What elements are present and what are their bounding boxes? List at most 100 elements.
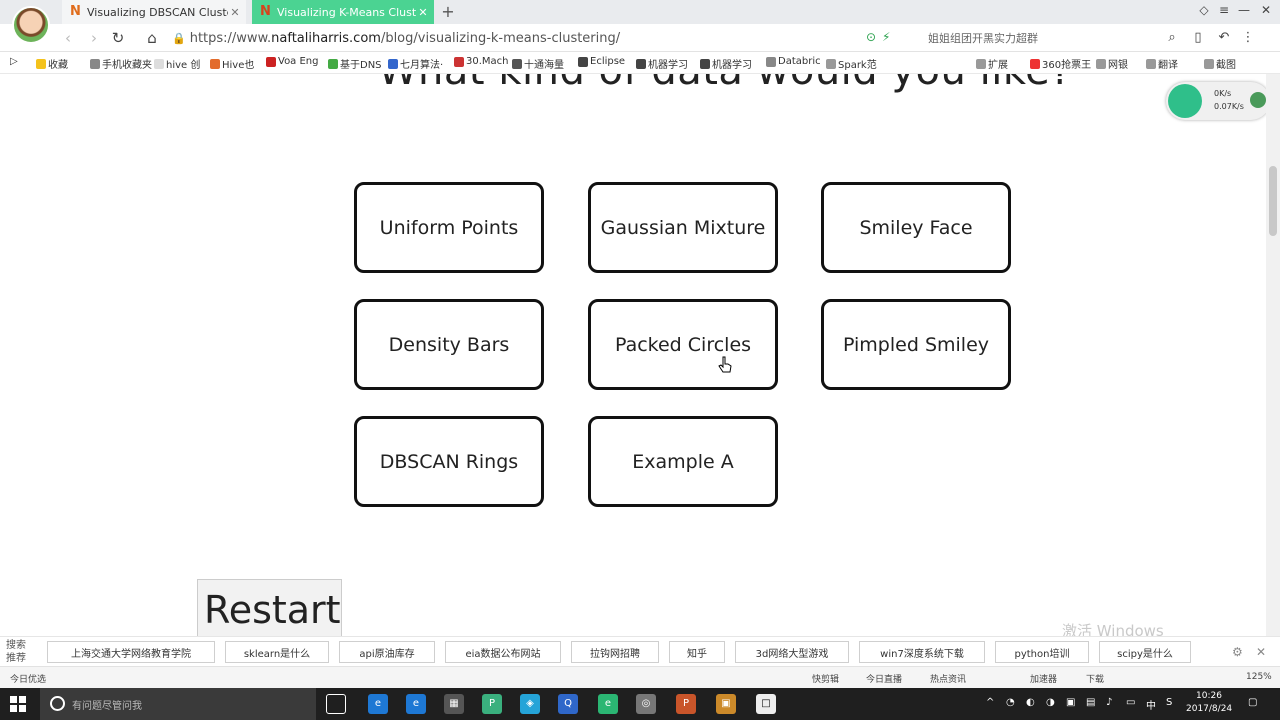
search-chip[interactable]: win7深度系统下载 [859, 641, 985, 663]
choice-example-a[interactable]: Example A [588, 416, 778, 507]
new-tab-plus-icon[interactable]: + [440, 2, 456, 21]
tab-kmeans-active[interactable]: N Visualizing K-Means Clusteri ✕ [252, 0, 434, 24]
bookmark-item[interactable]: 十通海量 [512, 56, 564, 71]
hot-search-text[interactable]: 姐姐组团开黑实力超群 [928, 30, 1038, 46]
app-icon[interactable]: ◈ [520, 694, 540, 714]
choice-uniform-points[interactable]: Uniform Points [354, 182, 544, 273]
app-icon[interactable]: □ [756, 694, 776, 714]
app-icon[interactable]: ▣ [716, 694, 736, 714]
tray-up-icon[interactable]: ^ [986, 697, 994, 708]
close-icon[interactable]: ✕ [228, 6, 242, 19]
tray-icon[interactable]: ▣ [1066, 697, 1075, 708]
keyboard-icon[interactable]: ▭ [1126, 697, 1135, 708]
bookmark-item[interactable]: Eclipse [578, 56, 625, 67]
notification-icon[interactable]: ▢ [1248, 697, 1257, 708]
settings-icon[interactable]: ⚙ [1232, 645, 1243, 659]
network-icon[interactable]: ▤ [1086, 697, 1095, 708]
search-chip[interactable]: 知乎 [669, 641, 725, 663]
tab-dbscan[interactable]: N Visualizing DBSCAN Clustering ✕ [62, 0, 246, 24]
search-chip[interactable]: eia数据公布网站 [445, 641, 561, 663]
home-icon[interactable]: ⌂ [142, 28, 162, 48]
edge-icon[interactable]: e [368, 694, 388, 714]
bookmark-item[interactable]: 机器学习 [636, 56, 688, 71]
app-icon[interactable]: ◎ [636, 694, 656, 714]
bookmark-item[interactable]: 机器学习 [700, 56, 752, 71]
shield-icon[interactable]: ⊙ [866, 30, 876, 44]
bookmark-item[interactable]: Databric [766, 56, 821, 67]
tray-icon[interactable]: ◔ [1006, 697, 1015, 708]
status-item[interactable]: 加速器 [1030, 672, 1057, 685]
restart-button[interactable]: Restart [197, 579, 342, 636]
search-chip[interactable]: 拉钩网招聘 [571, 641, 659, 663]
bookmark-item[interactable]: hive 创 [154, 56, 200, 71]
user-avatar[interactable] [12, 6, 50, 44]
network-speed-widget[interactable]: 0K/s 0.07K/s [1166, 82, 1266, 120]
windows-start-icon[interactable] [10, 696, 26, 712]
status-item[interactable]: 快剪辑 [812, 672, 839, 685]
choice-smiley-face[interactable]: Smiley Face [821, 182, 1011, 273]
url-domain: naftaliharris.com [271, 30, 381, 46]
bookmark-item[interactable]: Spark范 [826, 56, 877, 71]
url-field[interactable]: 🔒 https://www. naftaliharris.com/blog/vis… [172, 28, 620, 48]
choice-density-bars[interactable]: Density Bars [354, 299, 544, 390]
bookmark-item[interactable]: 手机收藏夹 [90, 56, 152, 71]
choice-pimpled-smiley[interactable]: Pimpled Smiley [821, 299, 1011, 390]
undo-icon[interactable]: ↶ [1214, 28, 1234, 48]
choice-gaussian-mixture[interactable]: Gaussian Mixture [588, 182, 778, 273]
reload-icon[interactable]: ↻ [108, 28, 128, 48]
search-chip[interactable]: sklearn是什么 [225, 641, 329, 663]
bookmark-item[interactable]: 扩展 [976, 56, 1008, 71]
powerpoint-icon[interactable]: P [676, 694, 696, 714]
choice-dbscan-rings[interactable]: DBSCAN Rings [354, 416, 544, 507]
bookmark-item[interactable]: 收藏 [36, 56, 68, 71]
bookmark-item[interactable]: 360抢票王 [1030, 56, 1091, 71]
360-browser-icon[interactable]: e [598, 694, 618, 714]
today-picks[interactable]: 今日优选 [10, 672, 46, 685]
qq-icon[interactable]: Q [558, 694, 578, 714]
shirt-skin-icon[interactable]: ◇ [1196, 3, 1212, 17]
bookmark-item[interactable]: 30.Mach [454, 56, 509, 67]
volume-icon[interactable]: ♪ [1106, 697, 1112, 708]
search-icon[interactable]: ⌕ [1162, 28, 1182, 48]
edge-icon[interactable]: e [406, 694, 426, 714]
store-icon[interactable]: ▦ [444, 694, 464, 714]
lightning-icon[interactable]: ⚡ [882, 30, 890, 44]
close-window-icon[interactable]: ✕ [1258, 3, 1274, 17]
tray-icon[interactable]: ◐ [1026, 697, 1035, 708]
taskbar-search-box[interactable]: 有问题尽管问我 [40, 688, 316, 720]
search-chip[interactable]: python培训 [995, 641, 1089, 663]
status-item[interactable]: 热点资讯 [930, 672, 966, 685]
close-icon[interactable]: ✕ [416, 6, 430, 19]
sidebar-toggle-icon[interactable]: ▷ [10, 56, 18, 67]
zoom-level[interactable]: 125% [1246, 672, 1272, 682]
bookmark-item[interactable]: 七月算法· [388, 56, 443, 71]
taskbar-clock[interactable]: 10:26 2017/8/24 [1186, 690, 1232, 716]
status-item[interactable]: 今日直播 [866, 672, 902, 685]
minimize-icon[interactable]: — [1236, 3, 1252, 17]
forward-icon[interactable]: › [84, 28, 104, 48]
close-icon[interactable]: ✕ [1256, 645, 1266, 659]
ime-indicator[interactable]: 中 [1146, 697, 1156, 712]
status-item[interactable]: 下载 [1086, 672, 1104, 685]
back-icon[interactable]: ‹ [58, 28, 78, 48]
bookmark-item[interactable]: Hive也 [210, 56, 254, 71]
more-menu-icon[interactable]: ⋮ [1238, 28, 1258, 48]
scrollbar-thumb[interactable] [1269, 166, 1277, 236]
search-chip[interactable]: 上海交通大学网络教育学院 [47, 641, 215, 663]
tray-icon[interactable]: ◑ [1046, 697, 1055, 708]
search-chip[interactable]: 3d网络大型游戏 [735, 641, 849, 663]
ime-icon[interactable]: S [1166, 697, 1172, 708]
choice-packed-circles[interactable]: Packed Circles [588, 299, 778, 390]
search-chip[interactable]: api原油库存 [339, 641, 435, 663]
vertical-scrollbar[interactable] [1266, 74, 1280, 636]
phone-icon[interactable]: ▯ [1188, 28, 1208, 48]
pycharm-icon[interactable]: P [482, 694, 502, 714]
bookmark-item[interactable]: 翻译 [1146, 56, 1178, 71]
bookmark-item[interactable]: 截图 [1204, 56, 1236, 71]
search-chip[interactable]: scipy是什么 [1099, 641, 1191, 663]
bookmark-item[interactable]: Voa Eng [266, 56, 319, 67]
task-view-icon[interactable] [326, 694, 346, 714]
menu-icon[interactable]: ≡ [1216, 3, 1232, 17]
bookmark-item[interactable]: 基于DNS [328, 56, 382, 71]
bookmark-item[interactable]: 网银 [1096, 56, 1128, 71]
